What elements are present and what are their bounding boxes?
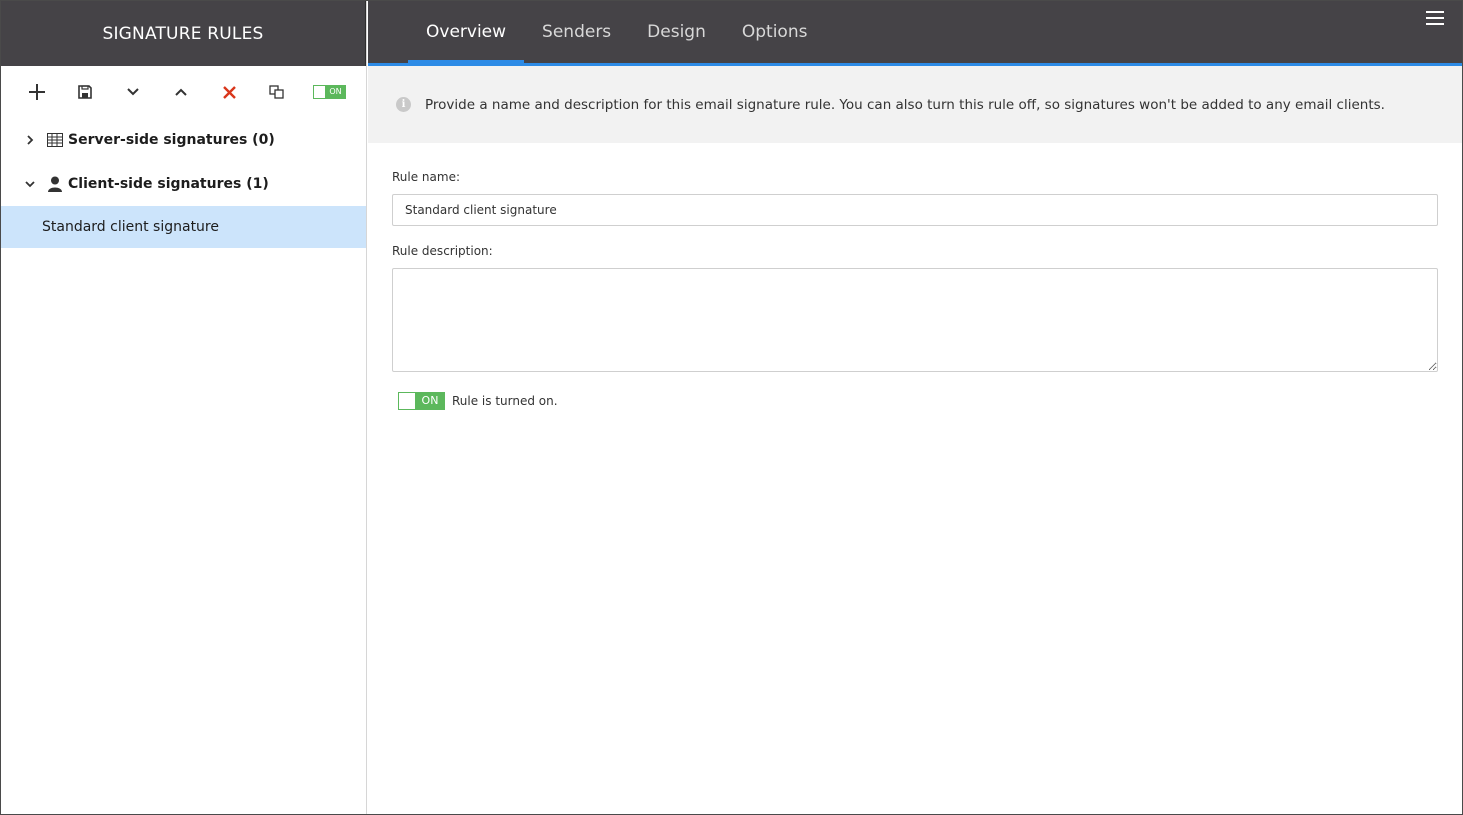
add-button[interactable] (25, 80, 49, 104)
tab-bar: Overview Senders Design Options (408, 1, 825, 63)
hamburger-menu-icon[interactable] (1426, 11, 1444, 29)
tree-group-label: Client-side signatures (1) (68, 176, 269, 192)
info-icon: i (396, 97, 411, 112)
delete-button[interactable] (217, 80, 241, 104)
rule-enabled-toggle-mini[interactable]: ON (313, 85, 346, 99)
toggle-label: ON (326, 86, 345, 98)
move-up-button[interactable] (169, 80, 193, 104)
toggle-knob (399, 393, 416, 409)
sidebar-toolbar: ON (1, 66, 366, 118)
rule-description-label: Rule description: (392, 244, 493, 258)
save-button[interactable] (73, 80, 97, 104)
info-text: Provide a name and description for this … (425, 96, 1385, 113)
info-banner: i Provide a name and description for thi… (368, 66, 1462, 143)
chevron-down-icon (127, 88, 139, 96)
move-down-button[interactable] (121, 80, 145, 104)
rule-status-row: ON Rule is turned on. (392, 392, 1438, 410)
user-icon (47, 176, 63, 192)
sidebar-title: SIGNATURE RULES (1, 1, 366, 66)
top-bar: Overview Senders Design Options (368, 1, 1462, 66)
tab-overview[interactable]: Overview (408, 1, 525, 63)
chevron-up-icon (175, 88, 187, 96)
chevron-down-icon[interactable] (23, 177, 37, 191)
tab-design[interactable]: Design (629, 1, 724, 63)
copy-icon (269, 85, 284, 99)
duplicate-button[interactable] (265, 80, 289, 104)
rule-description-textarea[interactable] (392, 268, 1438, 372)
rule-enabled-toggle[interactable]: ON (398, 392, 445, 410)
rule-name-input[interactable] (392, 194, 1438, 226)
tree-group-label: Server-side signatures (0) (68, 132, 275, 148)
server-icon (47, 132, 63, 148)
chevron-right-icon[interactable] (23, 133, 37, 147)
tree-group-client-side[interactable]: Client-side signatures (1) (1, 162, 366, 206)
tab-senders[interactable]: Senders (524, 1, 629, 63)
app-window: SIGNATURE RULES ON Server-side signature… (0, 0, 1463, 815)
toggle-label: ON (416, 393, 444, 409)
main-panel: Overview Senders Design Options i Provid… (368, 1, 1462, 814)
toggle-knob (314, 86, 326, 98)
tab-options[interactable]: Options (724, 1, 826, 63)
plus-icon (29, 84, 45, 100)
save-icon (78, 85, 92, 99)
tree-group-server-side[interactable]: Server-side signatures (0) (1, 118, 366, 162)
sidebar: SIGNATURE RULES ON Server-side signature… (1, 1, 367, 814)
tree-item-standard-client-signature[interactable]: Standard client signature (1, 206, 366, 248)
rule-status-text: Rule is turned on. (452, 394, 558, 408)
close-icon (222, 85, 236, 99)
rule-name-label: Rule name: (392, 170, 461, 184)
overview-form: Rule name: Rule description: ON Rule is … (368, 143, 1462, 410)
